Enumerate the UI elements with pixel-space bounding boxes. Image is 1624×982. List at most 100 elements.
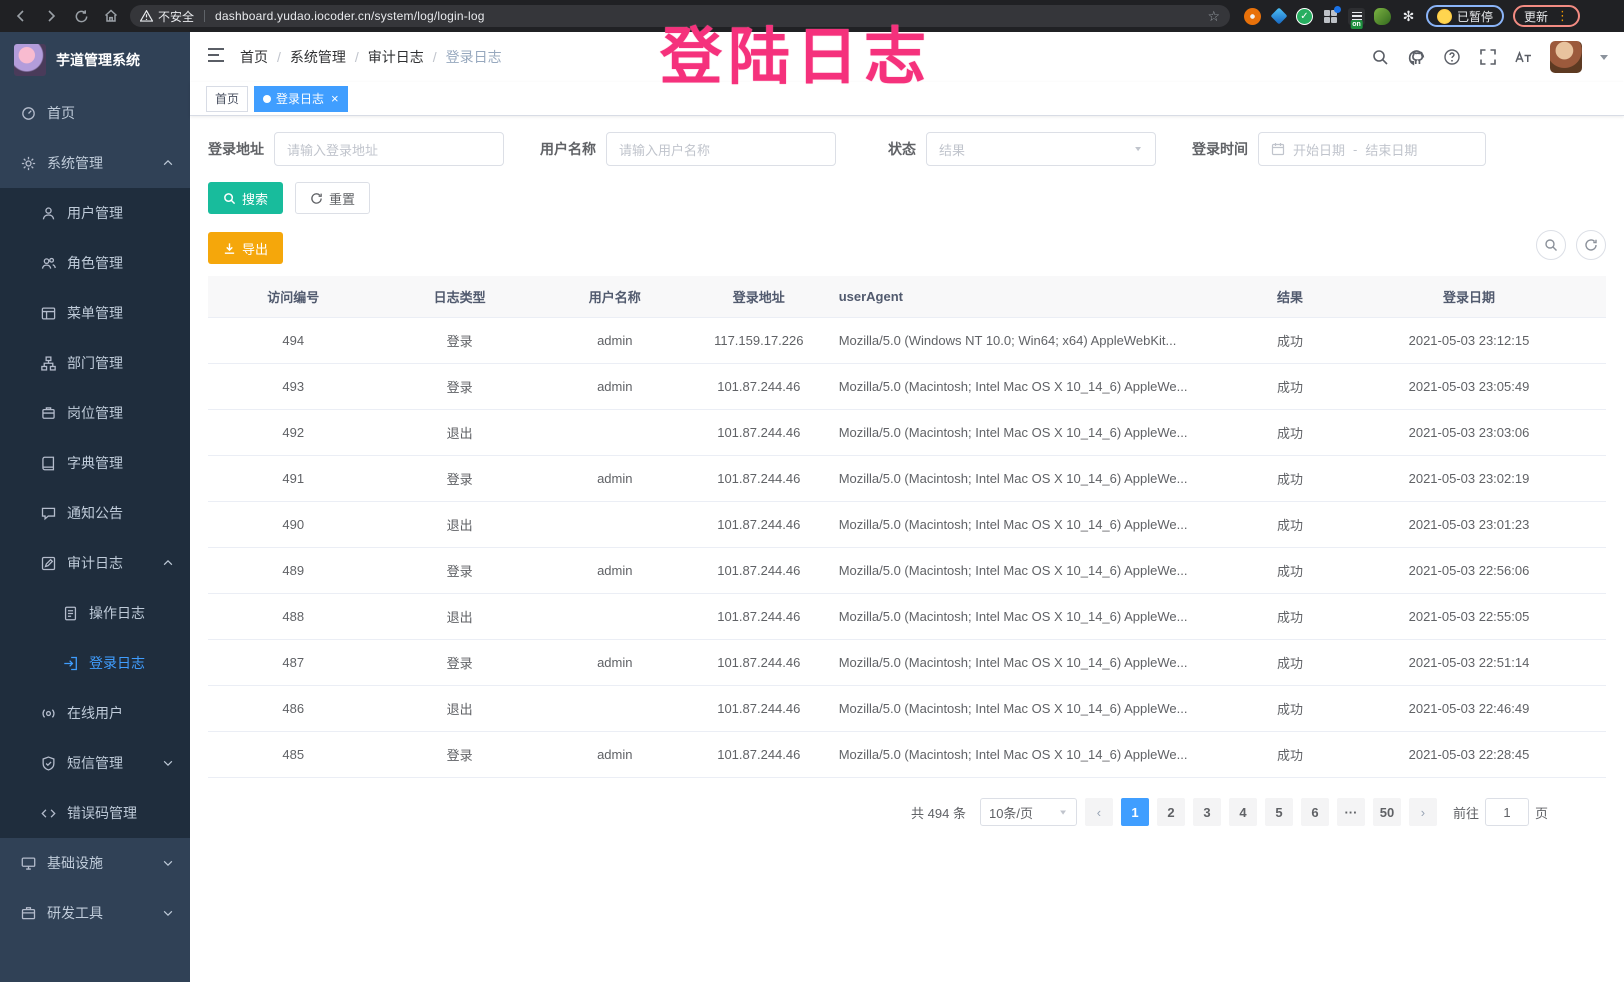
table-row[interactable]: 487登录admin101.87.244.46Mozilla/5.0 (Maci… bbox=[208, 640, 1606, 686]
extension-leaf-icon[interactable] bbox=[1374, 8, 1391, 25]
help-icon[interactable] bbox=[1442, 47, 1462, 67]
extension-grid-icon[interactable] bbox=[1322, 8, 1339, 25]
page-button-4[interactable]: 4 bbox=[1229, 798, 1257, 826]
user-avatar[interactable] bbox=[1550, 41, 1582, 73]
prev-page-button[interactable]: ‹ bbox=[1085, 798, 1113, 826]
page-button-3[interactable]: 3 bbox=[1193, 798, 1221, 826]
sidebar-item-研发工具[interactable]: 研发工具 bbox=[0, 888, 190, 938]
sidebar-item-岗位管理[interactable]: 岗位管理 bbox=[0, 388, 190, 438]
hamburger-icon[interactable] bbox=[206, 46, 226, 69]
font-size-icon[interactable] bbox=[1514, 47, 1534, 67]
browser-home-icon[interactable] bbox=[100, 5, 122, 27]
table-row[interactable]: 491登录admin101.87.244.46Mozilla/5.0 (Maci… bbox=[208, 456, 1606, 502]
sidebar-item-登录日志[interactable]: 登录日志 bbox=[0, 638, 190, 688]
table-cell: 491 bbox=[208, 456, 379, 502]
sidebar-item-操作日志[interactable]: 操作日志 bbox=[0, 588, 190, 638]
sidebar-item-短信管理[interactable]: 短信管理 bbox=[0, 738, 190, 788]
username-input[interactable]: 请输入用户名称 bbox=[606, 132, 836, 166]
sidebar-logo-row[interactable]: 芋道管理系统 bbox=[0, 32, 190, 88]
refresh-table-button[interactable] bbox=[1576, 230, 1606, 260]
bookmark-star-icon[interactable]: ☆ bbox=[1207, 8, 1220, 25]
address-bar[interactable]: 不安全 dashboard.yudao.iocoder.cn/system/lo… bbox=[130, 5, 1230, 27]
security-label: 不安全 bbox=[158, 8, 194, 25]
sidebar-item-菜单管理[interactable]: 菜单管理 bbox=[0, 288, 190, 338]
browser-reload-icon[interactable] bbox=[70, 5, 92, 27]
extension-list-icon[interactable]: on bbox=[1348, 8, 1365, 25]
page-button-50[interactable]: 50 bbox=[1373, 798, 1401, 826]
table-row[interactable]: 485登录admin101.87.244.46Mozilla/5.0 (Maci… bbox=[208, 732, 1606, 778]
table-cell: 101.87.244.46 bbox=[689, 640, 829, 686]
tag-登录日志[interactable]: 登录日志× bbox=[254, 86, 348, 112]
breadcrumb-item[interactable]: 系统管理 bbox=[290, 47, 346, 67]
page-size-select[interactable]: 10条/页 ▼ bbox=[980, 798, 1077, 826]
avatar-caret-icon[interactable] bbox=[1600, 55, 1608, 60]
browser-forward-icon[interactable] bbox=[40, 5, 62, 27]
sidebar-item-角色管理[interactable]: 角色管理 bbox=[0, 238, 190, 288]
extension-blue-diamond-icon[interactable] bbox=[1270, 8, 1287, 25]
search-button[interactable]: 搜索 bbox=[208, 182, 283, 214]
sidebar-item-部门管理[interactable]: 部门管理 bbox=[0, 338, 190, 388]
header-search-icon[interactable] bbox=[1370, 47, 1390, 67]
table-cell: 2021-05-03 22:55:05 bbox=[1332, 594, 1606, 640]
table-cell: Mozilla/5.0 (Macintosh; Intel Mac OS X 1… bbox=[829, 686, 1248, 732]
table-row[interactable]: 489登录admin101.87.244.46Mozilla/5.0 (Maci… bbox=[208, 548, 1606, 594]
sidebar-item-字典管理[interactable]: 字典管理 bbox=[0, 438, 190, 488]
extension-green-check-icon[interactable]: ✓ bbox=[1296, 8, 1313, 25]
url-text[interactable]: dashboard.yudao.iocoder.cn/system/log/lo… bbox=[215, 9, 1201, 23]
column-header: 结果 bbox=[1248, 276, 1332, 318]
extensions-row: ✓ on ✻ 已暂停 更新 ⋮ bbox=[1244, 5, 1580, 27]
browser-menu-icon[interactable]: ⋮ bbox=[1556, 8, 1569, 24]
table-row[interactable]: 492退出101.87.244.46Mozilla/5.0 (Macintosh… bbox=[208, 410, 1606, 456]
table-body: 494登录admin117.159.17.226Mozilla/5.0 (Win… bbox=[208, 318, 1606, 778]
table-row[interactable]: 494登录admin117.159.17.226Mozilla/5.0 (Win… bbox=[208, 318, 1606, 364]
next-page-button[interactable]: › bbox=[1409, 798, 1437, 826]
tag-首页[interactable]: 首页 bbox=[206, 86, 248, 112]
table-row[interactable]: 486退出101.87.244.46Mozilla/5.0 (Macintosh… bbox=[208, 686, 1606, 732]
extension-orange-icon[interactable] bbox=[1244, 8, 1261, 25]
extensions-puzzle-icon[interactable]: ✻ bbox=[1400, 8, 1417, 25]
table-cell: 2021-05-03 22:28:45 bbox=[1332, 732, 1606, 778]
goto-label: 前往 bbox=[1453, 803, 1479, 822]
chrome-update-pill[interactable]: 更新 ⋮ bbox=[1513, 5, 1580, 27]
sidebar-item-label: 研发工具 bbox=[47, 903, 103, 923]
table-row[interactable]: 488退出101.87.244.46Mozilla/5.0 (Macintosh… bbox=[208, 594, 1606, 640]
table-row[interactable]: 490退出101.87.244.46Mozilla/5.0 (Macintosh… bbox=[208, 502, 1606, 548]
browser-back-icon[interactable] bbox=[10, 5, 32, 27]
toggle-search-button[interactable] bbox=[1536, 230, 1566, 260]
reset-button[interactable]: 重置 bbox=[295, 182, 370, 214]
page-button-2[interactable]: 2 bbox=[1157, 798, 1185, 826]
sidebar-item-label: 部门管理 bbox=[67, 353, 123, 373]
login-address-input[interactable]: 请输入登录地址 bbox=[274, 132, 504, 166]
profile-paused-pill[interactable]: 已暂停 bbox=[1426, 5, 1504, 27]
table-cell: 492 bbox=[208, 410, 379, 456]
login-time-range-picker[interactable]: 开始日期 - 结束日期 bbox=[1258, 132, 1486, 166]
table-cell: 登录 bbox=[379, 364, 541, 410]
close-icon[interactable]: × bbox=[331, 91, 339, 106]
sidebar-item-通知公告[interactable]: 通知公告 bbox=[0, 488, 190, 538]
sidebar-item-在线用户[interactable]: 在线用户 bbox=[0, 688, 190, 738]
sidebar-item-首页[interactable]: 首页 bbox=[0, 88, 190, 138]
sidebar-item-label: 菜单管理 bbox=[67, 303, 123, 323]
breadcrumb-item[interactable]: 首页 bbox=[240, 47, 268, 67]
page-ellipsis[interactable]: ··· bbox=[1337, 798, 1365, 826]
export-button[interactable]: 导出 bbox=[208, 232, 283, 264]
breadcrumb-item[interactable]: 审计日志 bbox=[368, 47, 424, 67]
sidebar-item-系统管理[interactable]: 系统管理 bbox=[0, 138, 190, 188]
table-cell: 493 bbox=[208, 364, 379, 410]
page-button-6[interactable]: 6 bbox=[1301, 798, 1329, 826]
fullscreen-icon[interactable] bbox=[1478, 47, 1498, 67]
form-icon bbox=[62, 605, 78, 621]
sidebar-item-错误码管理[interactable]: 错误码管理 bbox=[0, 788, 190, 838]
github-icon[interactable] bbox=[1406, 47, 1426, 67]
page-button-5[interactable]: 5 bbox=[1265, 798, 1293, 826]
security-warning[interactable]: 不安全 bbox=[140, 8, 194, 25]
sidebar-item-基础设施[interactable]: 基础设施 bbox=[0, 838, 190, 888]
table-cell: Mozilla/5.0 (Windows NT 10.0; Win64; x64… bbox=[829, 318, 1248, 364]
sidebar-item-用户管理[interactable]: 用户管理 bbox=[0, 188, 190, 238]
status-select[interactable]: 结果 ▼ bbox=[926, 132, 1156, 166]
table-row[interactable]: 493登录admin101.87.244.46Mozilla/5.0 (Maci… bbox=[208, 364, 1606, 410]
goto-page-input[interactable]: 1 bbox=[1485, 798, 1529, 826]
page-button-1[interactable]: 1 bbox=[1121, 798, 1149, 826]
sidebar-item-审计日志[interactable]: 审计日志 bbox=[0, 538, 190, 588]
sidebar-item-label: 登录日志 bbox=[89, 653, 145, 673]
